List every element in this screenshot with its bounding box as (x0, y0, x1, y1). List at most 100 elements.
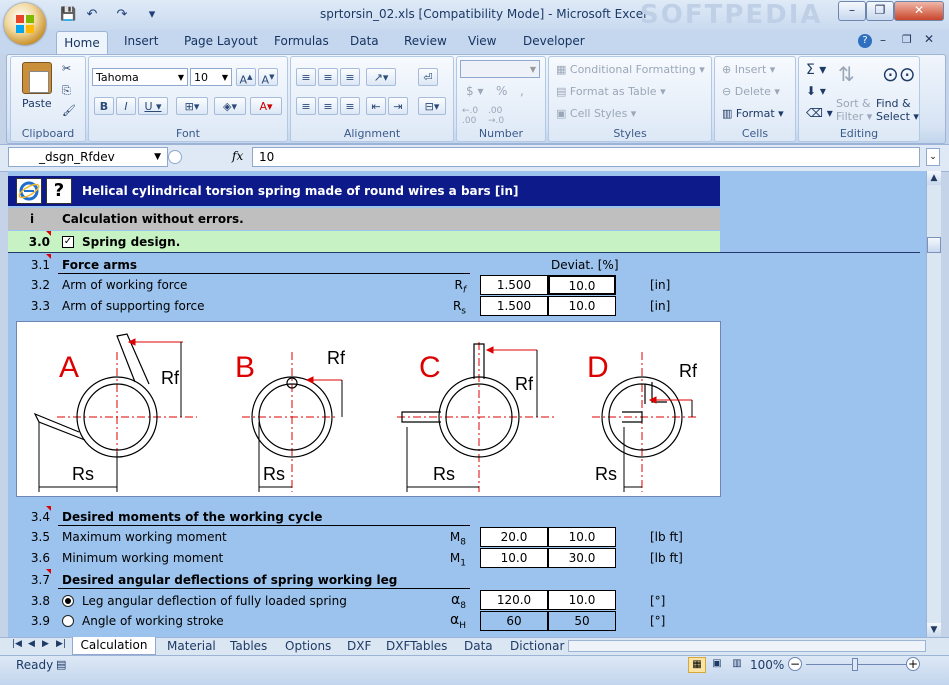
close-button[interactable]: ✕ (894, 1, 944, 21)
minimize-button[interactable]: – (838, 1, 866, 21)
font-color-icon[interactable]: A▾ (250, 97, 282, 115)
working-stroke-deviation-cell[interactable]: 50 (548, 611, 616, 631)
name-box[interactable]: _dsgn_Rfdev ▼ (8, 147, 168, 167)
first-sheet-icon[interactable]: |◀ (12, 639, 22, 649)
max-moment-value-cell[interactable]: 20.0 (480, 527, 548, 547)
last-sheet-icon[interactable]: ▶| (56, 639, 66, 649)
tab-review[interactable]: Review (404, 34, 447, 48)
clear-icon[interactable]: ⌫ ▾ (806, 106, 833, 120)
sheet-tab-options[interactable]: Options (285, 639, 331, 653)
save-icon[interactable]: 💾 (60, 7, 76, 23)
paste-button[interactable]: Paste (22, 97, 52, 110)
tab-insert[interactable]: Insert (124, 34, 158, 48)
autosum-icon[interactable]: Σ ▾ (806, 62, 826, 78)
formula-input[interactable]: 10 (252, 147, 920, 167)
increase-indent-icon[interactable]: ⇥ (388, 97, 408, 115)
zoom-level[interactable]: 100% (750, 658, 784, 672)
ribbon-close-icon[interactable]: ✕ (924, 32, 934, 46)
borders-icon[interactable]: ⊞▾ (176, 97, 208, 115)
conditional-formatting-button[interactable]: ▦ Conditional Formatting ▾ (556, 63, 705, 76)
sheet-tab-data[interactable]: Data (464, 639, 493, 653)
shrink-font-icon[interactable]: A▼ (258, 68, 278, 87)
format-as-table-button[interactable]: ▤ Format as Table ▾ (556, 85, 666, 98)
scroll-up-icon[interactable]: ▲ (927, 171, 941, 185)
scroll-down-icon[interactable]: ▼ (927, 623, 941, 637)
decrease-indent-icon[interactable]: ⇤ (366, 97, 386, 115)
full-load-deflection-radio[interactable] (62, 595, 74, 607)
vertical-scrollbar[interactable]: ▲ ▼ (926, 171, 941, 637)
office-button[interactable] (4, 3, 46, 45)
binoculars-icon[interactable]: ⊙⊙ (882, 62, 916, 86)
tab-data[interactable]: Data (350, 34, 379, 48)
ribbon-minimize-icon[interactable]: – (880, 33, 886, 47)
customize-qat-icon[interactable]: ▾ (144, 7, 160, 23)
align-left-icon[interactable]: ≡ (296, 97, 316, 115)
insert-cells-button[interactable]: ⊕ Insert ▾ (722, 63, 775, 76)
cut-icon[interactable]: ✂ (62, 62, 71, 75)
ribbon-restore-icon[interactable]: ❐ (902, 33, 912, 46)
grow-font-icon[interactable]: A▲ (236, 68, 256, 87)
delete-cells-button[interactable]: ⊖ Delete ▾ (722, 85, 780, 98)
horizontal-scrollbar[interactable] (568, 640, 926, 652)
scroll-thumb[interactable] (927, 237, 941, 253)
align-top-icon[interactable]: ≡ (296, 68, 316, 86)
fill-color-icon[interactable]: ◈▾ (214, 97, 246, 115)
fill-icon[interactable]: ⬇ ▾ (806, 84, 826, 98)
page-layout-view-icon[interactable]: ▣ (708, 657, 726, 673)
tab-view[interactable]: View (468, 34, 496, 48)
working-stroke-radio[interactable] (62, 615, 74, 627)
expand-formula-bar-icon[interactable]: ⌄ (926, 148, 940, 166)
merge-center-icon[interactable]: ⊟▾ (418, 97, 446, 115)
sheet-tab-dxf[interactable]: DXF (347, 639, 371, 653)
sheet-tab-dictionary[interactable]: Dictionar (510, 639, 564, 653)
align-center-icon[interactable]: ≡ (318, 97, 338, 115)
tab-formulas[interactable]: Formulas (274, 34, 329, 48)
spring-design-checkbox[interactable]: ✓ (62, 236, 74, 248)
sheet-tab-dxftables[interactable]: DXFTables (386, 639, 447, 653)
tab-home[interactable]: Home (56, 31, 108, 54)
rf-deviation-cell[interactable]: 10.0 (548, 275, 616, 295)
insert-function-button[interactable]: fx (232, 149, 243, 163)
italic-icon[interactable]: I (116, 97, 136, 115)
restore-button[interactable]: ❐ (866, 1, 894, 21)
format-painter-icon[interactable]: 🖌 (62, 104, 76, 117)
full-load-deflection-deviation-cell[interactable]: 10.0 (548, 590, 616, 610)
font-size-combo[interactable]: 10 ▼ (190, 68, 232, 86)
tab-page-layout[interactable]: Page Layout (184, 34, 258, 48)
macro-record-icon[interactable]: ▤ (56, 658, 66, 671)
internet-explorer-icon[interactable] (16, 178, 42, 204)
normal-view-icon[interactable]: ▦ (688, 657, 706, 673)
min-moment-deviation-cell[interactable]: 30.0 (548, 548, 616, 568)
copy-icon[interactable]: ⎘ (62, 84, 71, 98)
sheet-tab-material[interactable]: Material (167, 639, 216, 653)
help-question-icon[interactable]: ? (46, 178, 72, 204)
sort-filter-icon[interactable]: ⇅ (838, 62, 855, 86)
align-right-icon[interactable]: ≡ (340, 97, 360, 115)
prev-sheet-icon[interactable]: ◀ (28, 639, 35, 649)
comma-icon[interactable]: , (520, 84, 524, 98)
rs-value-cell[interactable]: 1.500 (480, 296, 548, 316)
help-icon[interactable]: ? (858, 34, 872, 48)
underline-icon[interactable]: U ▾ (138, 97, 168, 115)
zoom-out-icon[interactable]: − (788, 657, 802, 671)
sheet-tab-tables[interactable]: Tables (230, 639, 267, 653)
next-sheet-icon[interactable]: ▶ (42, 639, 49, 649)
wrap-text-icon[interactable]: ⏎ (418, 68, 438, 86)
page-break-view-icon[interactable]: ▥ (728, 657, 746, 673)
align-middle-icon[interactable]: ≡ (318, 68, 338, 86)
rf-value-cell[interactable]: 1.500 (480, 275, 548, 295)
currency-icon[interactable]: $ ▾ (466, 84, 483, 98)
paste-icon[interactable] (22, 62, 52, 94)
zoom-in-icon[interactable]: + (906, 657, 920, 671)
percent-icon[interactable]: % (496, 84, 507, 98)
undo-icon[interactable]: ↶ (84, 7, 100, 23)
full-load-deflection-value-cell[interactable]: 120.0 (480, 590, 548, 610)
format-cells-button[interactable]: ▥ Format ▾ (722, 107, 784, 120)
cell-styles-button[interactable]: ▣ Cell Styles ▾ (556, 107, 636, 120)
tab-developer[interactable]: Developer (523, 34, 585, 48)
sheet-tab-calculation[interactable]: Calculation (72, 637, 156, 655)
min-moment-value-cell[interactable]: 10.0 (480, 548, 548, 568)
max-moment-deviation-cell[interactable]: 10.0 (548, 527, 616, 547)
find-select-button[interactable]: Find & Select ▾ (876, 97, 919, 123)
number-format-combo[interactable]: ▼ (460, 60, 540, 78)
